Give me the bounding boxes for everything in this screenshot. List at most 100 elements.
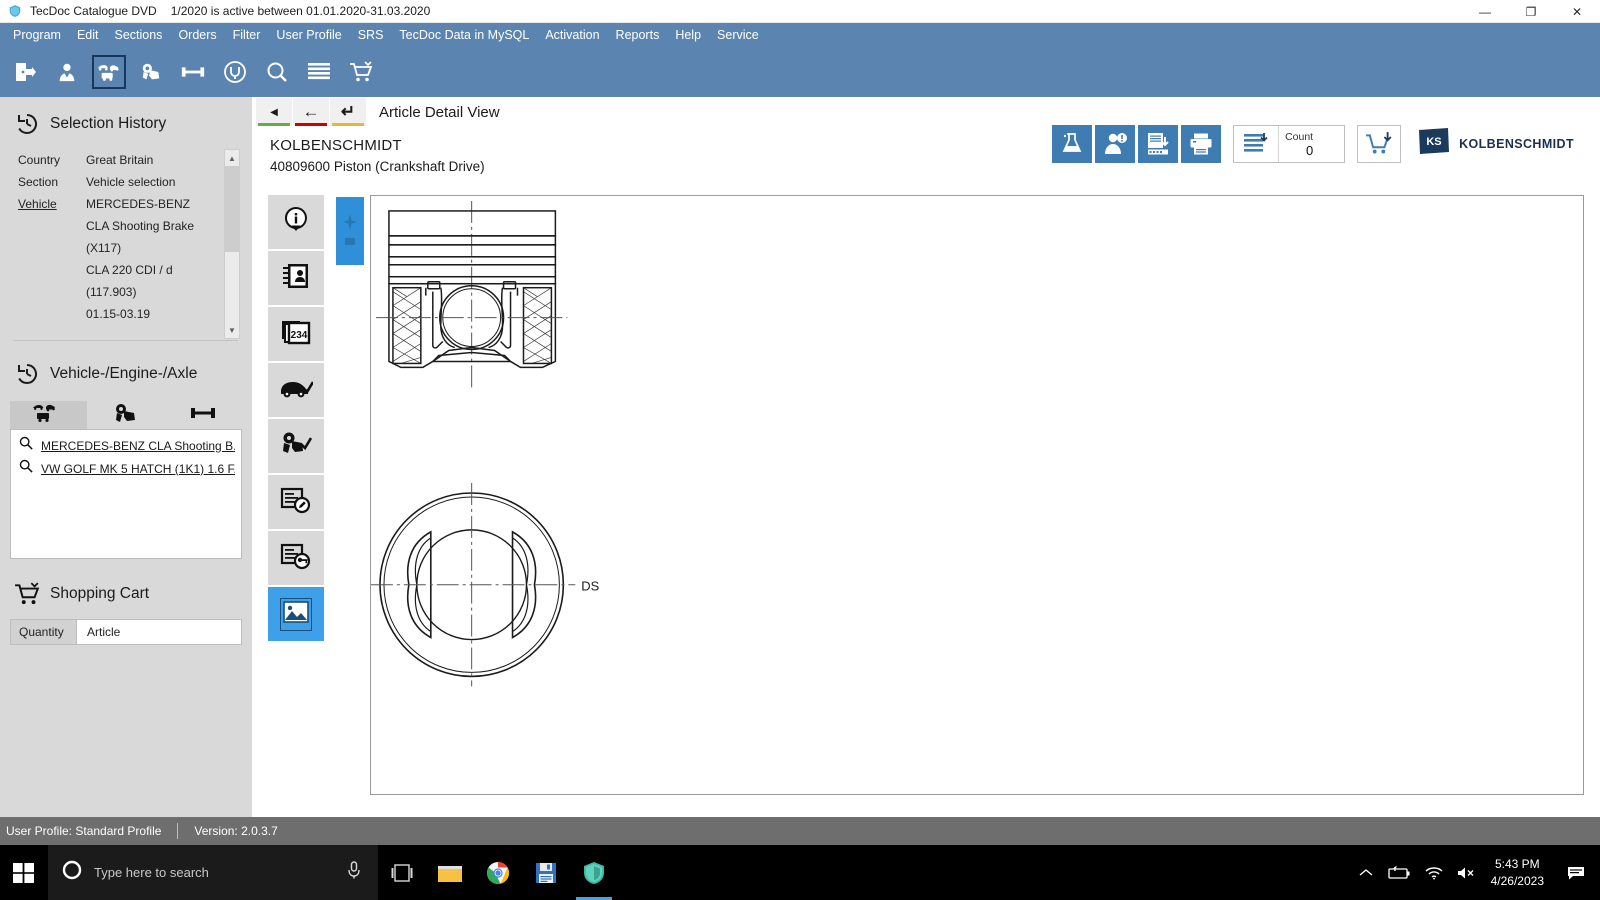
document-key-icon — [280, 542, 312, 575]
close-button[interactable]: ✕ — [1554, 0, 1600, 23]
task-view-icon[interactable] — [378, 845, 426, 900]
chevron-up-icon[interactable] — [1359, 868, 1373, 878]
article-image-viewer[interactable]: DS — [370, 195, 1584, 795]
engine-search-icon[interactable] — [134, 55, 168, 89]
nav-back-button[interactable]: ← — [293, 98, 329, 126]
universal-parts-icon[interactable] — [218, 55, 252, 89]
chemical-flask-icon[interactable] — [1052, 125, 1093, 163]
clock-date: 4/26/2023 — [1490, 873, 1544, 888]
menu-item-activation[interactable]: Activation — [537, 26, 607, 45]
axle-icon[interactable] — [176, 55, 210, 89]
tab-engine-check[interactable] — [268, 419, 324, 473]
taskbar-clock[interactable]: 5:43 PM 4/26/2023 — [1491, 856, 1544, 890]
file-explorer-icon[interactable] — [426, 845, 474, 900]
application-window: TecDoc Catalogue DVD 1/2020 is active be… — [0, 0, 1600, 900]
info-icon — [281, 205, 311, 240]
battery-icon[interactable] — [1387, 865, 1411, 880]
cortana-circle-icon — [62, 860, 82, 885]
title-bar: TecDoc Catalogue DVD 1/2020 is active be… — [0, 0, 1600, 23]
tab-axle[interactable] — [164, 401, 242, 429]
user-profile-icon[interactable] — [50, 55, 84, 89]
cart-add-icon[interactable] — [1357, 125, 1402, 163]
count-label: Count — [1285, 130, 1314, 143]
restore-button[interactable]: ❐ — [1508, 0, 1554, 23]
list-add-icon[interactable] — [1234, 126, 1278, 162]
person-warning-icon[interactable] — [1095, 125, 1136, 163]
list-item[interactable]: VW GOLF MK 5 HATCH (1K1) 1.6 F... — [11, 457, 241, 480]
shopping-cart-header: Shopping Cart — [0, 559, 252, 613]
menu-item-help[interactable]: Help — [667, 26, 709, 45]
header-action-buttons — [1052, 125, 1222, 163]
tab-image[interactable] — [268, 587, 324, 641]
app-shield-icon — [8, 4, 22, 18]
scroll-up-arrow[interactable]: ▲ — [225, 150, 239, 166]
tab-vehicle-types[interactable] — [10, 401, 88, 429]
count-box: Count 0 — [1233, 125, 1346, 163]
list-item[interactable]: MERCEDES-BENZ CLA Shooting B... — [11, 434, 241, 457]
cart-column-quantity: Quantity — [11, 620, 77, 644]
printer-icon[interactable] — [1181, 125, 1222, 163]
image-thumbnail-strip[interactable] — [336, 197, 364, 265]
selection-history-body: Country Great Britain Section Vehicle se… — [0, 149, 252, 339]
list-item-label: MERCEDES-BENZ CLA Shooting B... — [41, 438, 235, 453]
count-field: Count 0 — [1278, 126, 1344, 162]
history-key: Section — [18, 175, 59, 189]
search-input[interactable]: Type here to search — [48, 845, 378, 900]
wifi-icon[interactable] — [1425, 866, 1443, 880]
shopping-cart-table: Quantity Article — [10, 619, 242, 645]
menu-item-sections[interactable]: Sections — [106, 26, 170, 45]
vehicle-engine-axle-title: Vehicle-/Engine-/Axle — [50, 365, 198, 382]
car-check-icon — [279, 376, 315, 405]
engine-icon — [112, 401, 140, 430]
selection-history-title: Selection History — [50, 115, 167, 132]
volume-muted-icon[interactable] — [1457, 866, 1477, 880]
minimize-button[interactable]: — — [1462, 0, 1508, 23]
document-download-icon[interactable] — [1138, 125, 1179, 163]
notification-icon[interactable] — [1558, 845, 1594, 900]
detail-view-tabs: 234 — [268, 195, 324, 643]
tab-document-key[interactable] — [268, 531, 324, 585]
nav-underline-red — [295, 123, 327, 126]
tab-pages-234[interactable]: 234 — [268, 307, 324, 361]
menu-item-edit[interactable]: Edit — [69, 26, 107, 45]
tab-contact-book[interactable] — [268, 251, 324, 305]
microphone-icon[interactable] — [346, 861, 362, 884]
scroll-down-arrow[interactable]: ▼ — [225, 322, 239, 338]
tecdoc-shield-icon[interactable] — [570, 845, 618, 900]
window-controls: — ❐ ✕ — [1462, 0, 1600, 23]
floppy-save-icon[interactable] — [522, 845, 570, 900]
menu-item-user-profile[interactable]: User Profile — [268, 26, 349, 45]
history-clock-icon — [14, 361, 40, 387]
history-row-vehicle[interactable]: Vehicle MERCEDES-BENZ — [18, 193, 252, 215]
tab-document-edit[interactable] — [268, 475, 324, 529]
tab-car-check[interactable] — [268, 363, 324, 417]
window-subtitle: 1/2020 is active between 01.01.2020-31.0… — [170, 4, 431, 18]
clock-time: 5:43 PM — [1494, 856, 1540, 871]
menu-item-tecdoc-data-mysql[interactable]: TecDoc Data in MySQL — [391, 26, 537, 45]
main-toolbar — [0, 47, 1600, 97]
cart-column-article: Article — [77, 620, 241, 644]
list-lines-icon[interactable] — [302, 55, 336, 89]
scrollbar-thumb[interactable] — [225, 166, 239, 252]
menu-item-srs[interactable]: SRS — [350, 26, 392, 45]
menu-item-filter[interactable]: Filter — [225, 26, 269, 45]
nav-refresh-button[interactable]: ↵ — [330, 98, 366, 126]
menu-item-reports[interactable]: Reports — [608, 26, 668, 45]
nav-back-small-button[interactable]: ◀ — [256, 98, 292, 126]
tab-engine[interactable] — [87, 401, 165, 430]
piston-technical-drawing: DS — [371, 200, 600, 687]
chrome-icon[interactable] — [474, 845, 522, 900]
windows-start-icon[interactable] — [0, 845, 48, 900]
shopping-cart-icon[interactable] — [344, 55, 378, 89]
menu-item-service[interactable]: Service — [709, 26, 767, 45]
tab-info[interactable] — [268, 195, 324, 249]
history-key: Country — [18, 153, 61, 167]
selection-history-header: Selection History — [0, 97, 252, 143]
selection-history-scrollbar[interactable]: ▲ ▼ — [224, 149, 240, 339]
menu-item-program[interactable]: Program — [5, 26, 69, 45]
shopping-cart-title: Shopping Cart — [50, 585, 150, 602]
magnifier-icon[interactable] — [260, 55, 294, 89]
exit-door-icon[interactable] — [8, 55, 42, 89]
menu-item-orders[interactable]: Orders — [170, 26, 224, 45]
vehicle-search-icon[interactable] — [92, 55, 126, 89]
